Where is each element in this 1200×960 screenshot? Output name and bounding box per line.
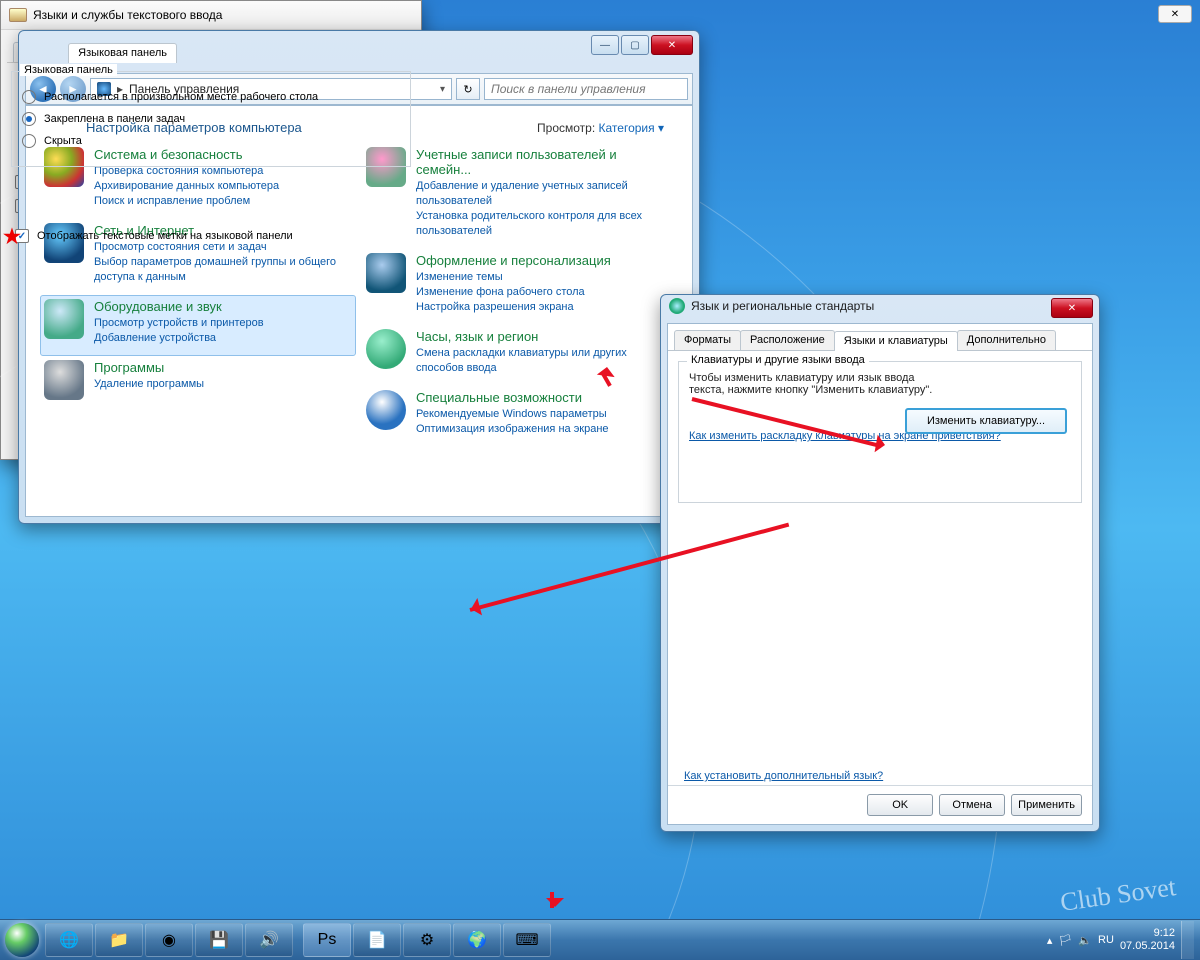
category-item[interactable]: Специальные возможности Рекомендуемые Win… [362,386,678,447]
taskbar-control-panel[interactable]: ⚙ [403,923,451,957]
group-text: Чтобы изменить клавиатуру или язык ввода… [689,372,949,396]
category-link[interactable]: Установка родительского контроля для все… [416,209,674,239]
category-icon [366,329,406,369]
radio-docked[interactable]: Закреплена в панели задач [22,112,400,126]
minimize-button[interactable]: — [591,35,619,55]
watermark-logo: Club Sovet [1058,872,1177,918]
view-mode-dropdown[interactable]: Категория ▾ [599,121,664,135]
taskbar-explorer[interactable]: 📁 [95,923,143,957]
tray-sound-icon[interactable]: 🔈 [1078,934,1092,947]
taskbar-keyboard[interactable]: ⌨ [503,923,551,957]
show-desktop-button[interactable] [1181,921,1194,959]
tab[interactable]: Дополнительно [957,330,1056,350]
category-icon [44,299,84,339]
category-name[interactable]: Специальные возможности [416,390,609,405]
close-button[interactable]: ✕ [1051,298,1093,318]
taskbar-photoshop[interactable]: Ps [303,923,351,957]
category-link[interactable]: Добавление устройства [94,331,264,346]
dialog-title: Язык и региональные стандарты [691,299,874,313]
category-link[interactable]: Удаление программы [94,377,204,392]
category-link[interactable]: Настройка разрешения экрана [416,300,611,315]
apply-button[interactable]: Применить [1011,794,1082,816]
category-link[interactable]: Смена раскладки клавиатуры или других сп… [416,346,674,376]
tab[interactable]: Языки и клавиатуры [834,331,958,351]
taskbar-chrome[interactable]: ◉ [145,923,193,957]
start-button[interactable] [0,920,44,960]
category-icon [44,360,84,400]
language-indicator[interactable]: RU [1098,934,1114,946]
category-link[interactable]: Изменение темы [416,270,611,285]
category-item[interactable]: Часы, язык и регион Смена раскладки клави… [362,325,678,386]
radio-float[interactable]: Располагается в произвольном месте рабоч… [22,90,400,104]
search-input[interactable]: Поиск в панели управления [484,78,688,100]
close-button[interactable]: ✕ [1158,5,1192,23]
category-link[interactable]: Архивирование данных компьютера [94,179,279,194]
star-marker-icon: ★ [3,224,21,249]
category-link[interactable]: Изменение фона рабочего стола [416,285,611,300]
tab[interactable]: Форматы [674,330,741,350]
taskbar-ie[interactable]: 🌐 [45,923,93,957]
globe-icon [669,298,685,314]
radio-hidden[interactable]: Скрыта [22,134,400,148]
regional-settings-dialog: Язык и региональные стандарты ✕ ФорматыР… [660,294,1100,832]
annotation-arrow-icon [546,898,564,916]
refresh-button[interactable]: ↻ [456,78,480,100]
clock[interactable]: 9:1207.05.2014 [1120,927,1175,953]
category-link[interactable]: Добавление и удаление учетных записей по… [416,179,674,209]
change-keyboard-button[interactable]: Изменить клавиатуру... [905,408,1067,434]
category-link[interactable]: Оптимизация изображения на экране [416,422,609,437]
group-title: Языковая панель [20,64,117,76]
category-name[interactable]: Учетные записи пользователей и семейн... [416,147,674,177]
taskbar-word[interactable]: 📄 [353,923,401,957]
category-item[interactable]: Оборудование и звук Просмотр устройств и … [40,295,356,356]
tab[interactable]: Языковая панель [68,43,177,63]
checkbox-text-labels[interactable]: ★ Отображать текстовые метки на языковой… [15,229,415,243]
keyboard-icon [9,8,27,22]
install-language-link[interactable]: Как установить дополнительный язык? [684,770,883,782]
category-name[interactable]: Часы, язык и регион [416,329,674,344]
group-title: Клавиатуры и другие языки ввода [687,354,869,366]
maximize-button[interactable]: ▢ [621,35,649,55]
taskbar-regional[interactable]: 🌍 [453,923,501,957]
category-item[interactable]: Программы Удаление программы [40,356,356,410]
category-name[interactable]: Программы [94,360,204,375]
category-item[interactable]: Оформление и персонализация Изменение тем… [362,249,678,325]
tray-expand-icon[interactable]: ▴ [1047,934,1053,947]
close-button[interactable]: ✕ [651,35,693,55]
taskbar: 🌐 📁 ◉ 💾 🔊 Ps 📄 ⚙ 🌍 ⌨ ▴ 🏳 🔈 RU 9:1207.05.… [0,919,1200,960]
tab[interactable]: Расположение [740,330,835,350]
cancel-button[interactable]: Отмена [939,794,1005,816]
taskbar-save[interactable]: 💾 [195,923,243,957]
taskbar-volume[interactable]: 🔊 [245,923,293,957]
dialog-title: Языки и службы текстового ввода [33,8,222,22]
category-link[interactable]: Поиск и исправление проблем [94,194,279,209]
category-name[interactable]: Оформление и персонализация [416,253,611,268]
category-link[interactable]: Просмотр устройств и принтеров [94,316,264,331]
ok-button[interactable]: OK [867,794,933,816]
annotation-arrow-icon [875,435,896,456]
category-link[interactable]: Выбор параметров домашней группы и общег… [94,255,352,285]
annotation-arrow-icon [597,357,617,377]
category-icon [366,253,406,293]
category-link[interactable]: Рекомендуемые Windows параметры [416,407,609,422]
category-icon [366,390,406,430]
tray-flag-icon[interactable]: 🏳 [1058,934,1072,947]
category-name[interactable]: Оборудование и звук [94,299,264,314]
